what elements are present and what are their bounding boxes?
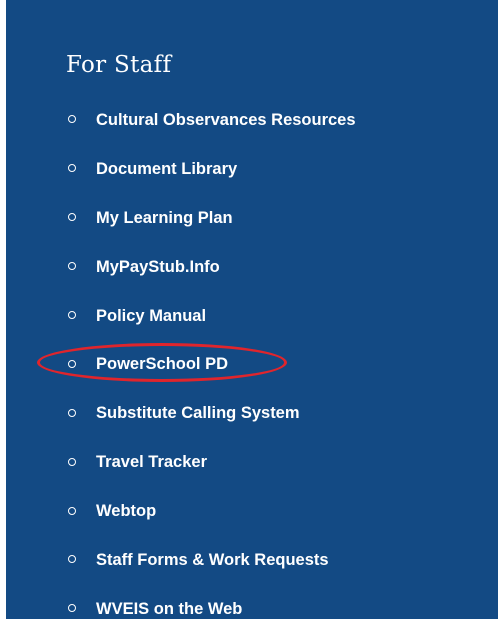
bullet-circle-icon	[68, 164, 76, 173]
list-item-webtop: Webtop	[66, 487, 356, 536]
bullet-circle-icon	[68, 359, 76, 368]
list-item-powerschool-pd: PowerSchool PD	[37, 340, 356, 389]
bullet-circle-icon	[68, 408, 76, 417]
bullet-circle-icon	[68, 213, 76, 222]
list-item-mypaystub: MyPayStub.Info	[66, 243, 356, 292]
list-item-substitute-calling: Substitute Calling System	[66, 389, 356, 438]
bullet-circle-icon	[68, 604, 76, 613]
link-wveis-on-the-web[interactable]: WVEIS on the Web	[96, 600, 242, 619]
bullet-circle-icon	[68, 457, 76, 466]
bullet-circle-icon	[68, 115, 76, 124]
list-item-my-learning-plan: My Learning Plan	[66, 194, 356, 243]
list-item-staff-forms: Staff Forms & Work Requests	[66, 536, 356, 585]
link-powerschool-pd[interactable]: PowerSchool PD	[96, 355, 228, 374]
link-document-library[interactable]: Document Library	[96, 160, 237, 179]
bullet-circle-icon	[68, 506, 76, 515]
link-staff-forms-work-requests[interactable]: Staff Forms & Work Requests	[96, 551, 329, 570]
link-travel-tracker[interactable]: Travel Tracker	[96, 453, 207, 472]
link-substitute-calling-system[interactable]: Substitute Calling System	[96, 404, 300, 423]
list-item-cultural-observances: Cultural Observances Resources	[66, 96, 356, 145]
link-my-learning-plan[interactable]: My Learning Plan	[96, 209, 233, 228]
staff-links-list: Cultural Observances Resources Document …	[37, 96, 356, 634]
bullet-circle-icon	[68, 262, 76, 271]
list-item-policy-manual: Policy Manual	[66, 292, 356, 341]
link-policy-manual[interactable]: Policy Manual	[96, 307, 206, 326]
link-webtop[interactable]: Webtop	[96, 502, 156, 521]
for-staff-panel: For Staff Cultural Observances Resources…	[6, 0, 498, 619]
list-item-document-library: Document Library	[66, 145, 356, 194]
bullet-circle-icon	[68, 311, 76, 319]
link-mypaystub-info[interactable]: MyPayStub.Info	[96, 258, 220, 277]
bullet-circle-icon	[68, 555, 76, 564]
list-item-travel-tracker: Travel Tracker	[66, 438, 356, 487]
panel-heading: For Staff	[66, 52, 172, 78]
link-cultural-observances-resources[interactable]: Cultural Observances Resources	[96, 111, 356, 130]
list-item-wveis: WVEIS on the Web	[66, 585, 356, 634]
